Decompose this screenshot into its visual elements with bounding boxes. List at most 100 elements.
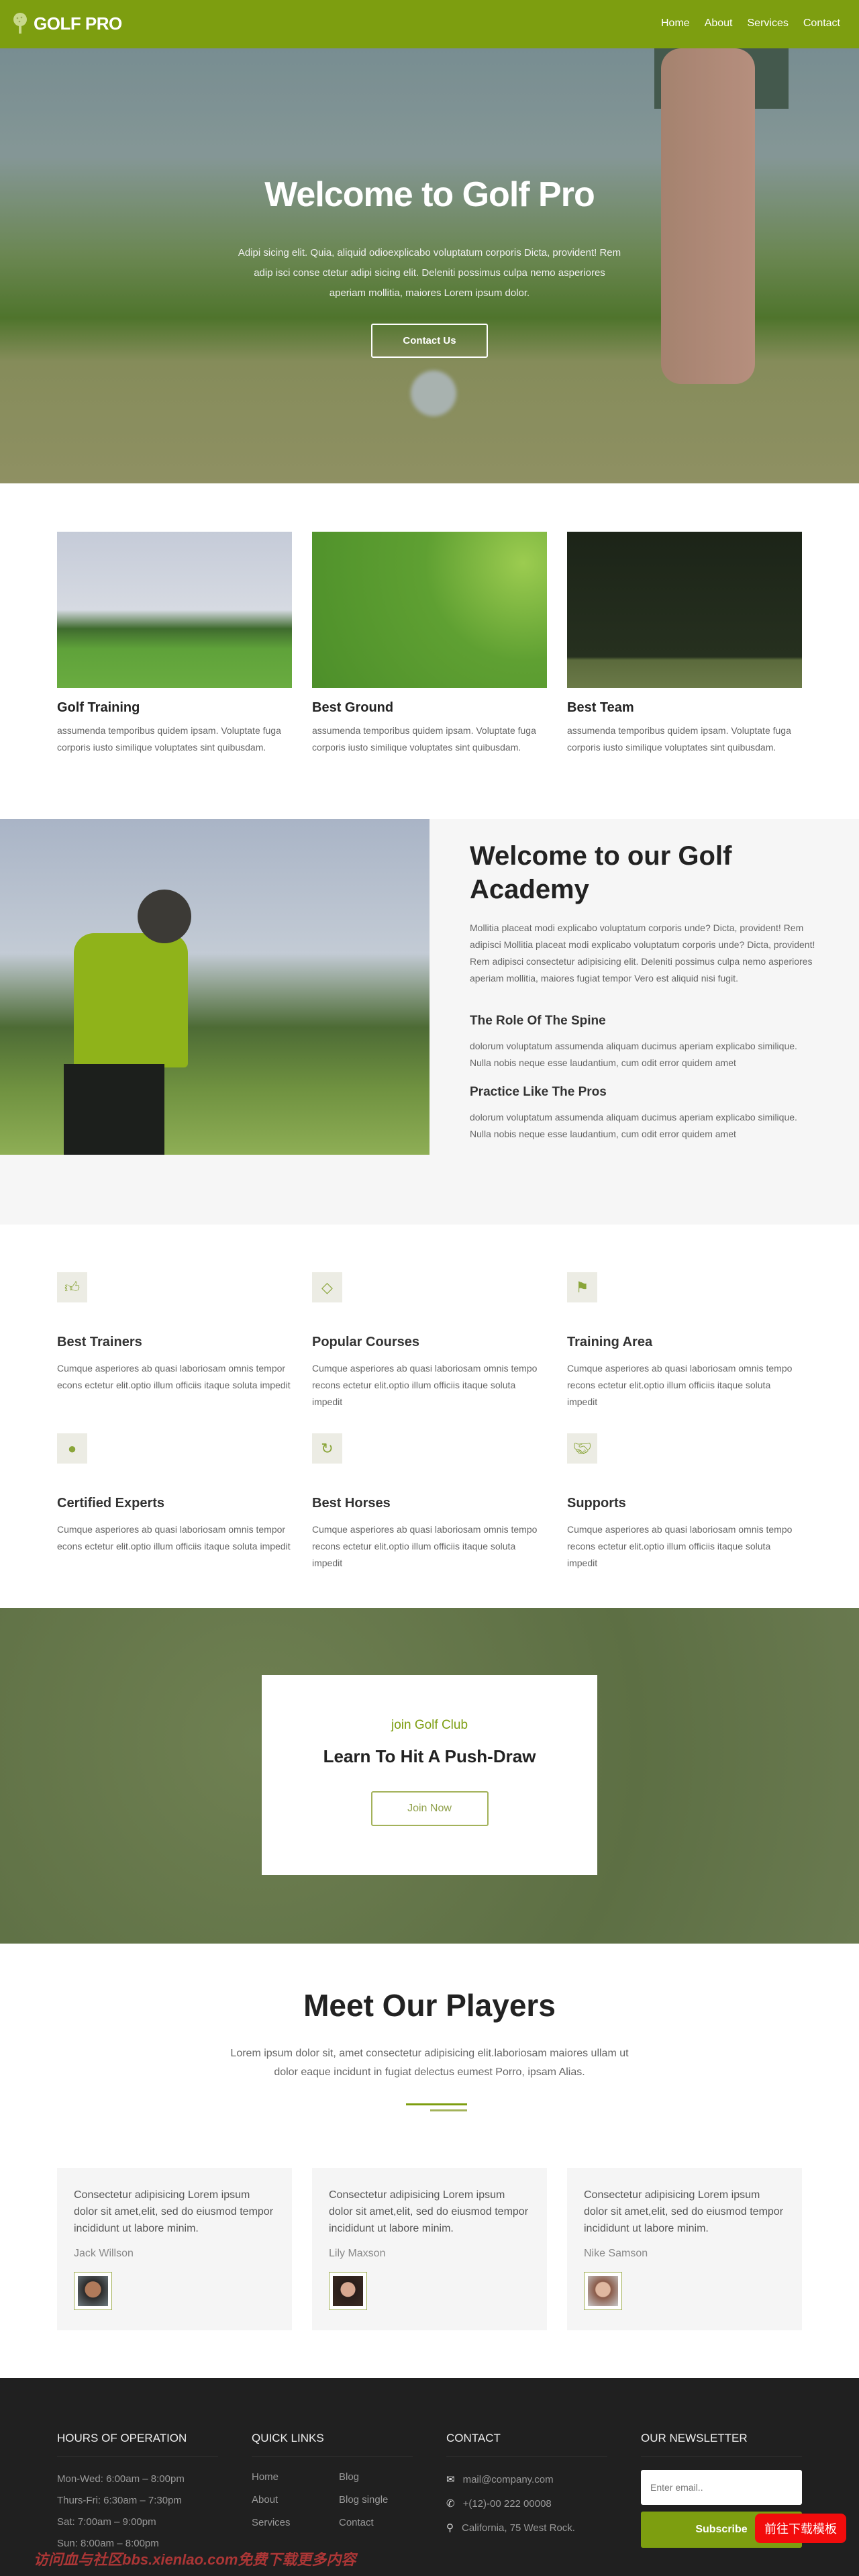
players-description: Lorem ipsum dolor sit, amet consectetur … (230, 2048, 629, 2078)
player-quote: Consectetur adipisicing Lorem ipsum dolo… (329, 2189, 529, 2234)
footer-link-about[interactable]: About (252, 2489, 339, 2512)
watermark: 访问血与社区bbs.xienlao.com免费下载更多内容 (34, 2551, 356, 2568)
player-card: Consectetur adipisicing Lorem ipsum dolo… (567, 2168, 802, 2330)
feature-title: Supports (567, 1496, 626, 1511)
academy-subtitle: The Role Of The Spine (470, 1014, 606, 1028)
feature-training-area: ⚑ Training Area Cumque asperiores ab qua… (567, 1272, 802, 1411)
contact-phone: +(12)-00 222 00008 (462, 2497, 552, 2510)
footer-link-services[interactable]: Services (252, 2512, 339, 2534)
feature-best-trainers: 👍︎ Best Trainers Cumque asperiores ab qu… (57, 1272, 292, 1394)
feature-text: Cumque asperiores ab quasi laboriosam om… (567, 1363, 793, 1407)
card-text: assumenda temporibus quidem ipsam. Volup… (567, 725, 791, 753)
card-text: assumenda temporibus quidem ipsam. Volup… (312, 725, 536, 753)
phone-icon: ✆ (446, 2498, 455, 2510)
card-image (57, 532, 292, 688)
footer-heading: OUR NEWSLETTER (641, 2432, 802, 2456)
envelope-icon: ✉ (446, 2474, 455, 2485)
diamond-icon: ◇ (312, 1272, 342, 1302)
newsletter-email-input[interactable] (641, 2470, 802, 2505)
golf-ball-tee-icon (13, 13, 27, 34)
feature-text: Cumque asperiores ab quasi laboriosam om… (312, 1363, 538, 1407)
academy-subtext: dolorum voluptatum assumenda aliquam duc… (470, 1041, 797, 1068)
footer-link-blog-single[interactable]: Blog single (339, 2489, 413, 2512)
divider (430, 2109, 467, 2111)
card-title: Best Ground (312, 700, 394, 715)
academy-title: Welcome to our Golf Academy (470, 841, 732, 904)
feature-title: Best Trainers (57, 1335, 142, 1349)
user-icon: ● (57, 1433, 87, 1464)
handshake-icon: 🤝︎ (567, 1433, 597, 1464)
card-title: Golf Training (57, 700, 140, 715)
feature-title: Certified Experts (57, 1496, 165, 1511)
avatar (329, 2272, 367, 2310)
card-title: Best Team (567, 700, 634, 715)
academy-subtitle: Practice Like The Pros (470, 1085, 607, 1099)
nav-about[interactable]: About (705, 17, 733, 30)
nav-services[interactable]: Services (748, 17, 789, 30)
hours-item: Sat: 7:00am – 9:00pm (57, 2516, 156, 2528)
hours-item: Mon-Wed: 6:00am – 8:00pm (57, 2473, 185, 2485)
footer-contact: CONTACT ✉ mail@company.com ✆ +(12)-00 222 … (446, 2432, 607, 2540)
player-name: Nike Samson (584, 2248, 648, 2259)
thumbs-up-icon: 👍︎ (57, 1272, 87, 1302)
player-quote: Consectetur adipisicing Lorem ipsum dolo… (584, 2189, 784, 2234)
academy-subtext: dolorum voluptatum assumenda aliquam duc… (470, 1112, 797, 1139)
footer-heading: QUICK LINKS (252, 2432, 413, 2456)
cta-title: Learn To Hit A Push-Draw (323, 1746, 536, 1766)
top-nav: GOLF PRO Home About Services Contact (0, 0, 859, 48)
join-now-button[interactable]: Join Now (370, 1791, 489, 1826)
nav-links: Home About Services Contact (661, 17, 840, 30)
footer-quick-links: QUICK LINKS Home Blog About Blog single … (252, 2432, 413, 2534)
feature-text: Cumque asperiores ab quasi laboriosam om… (567, 1524, 793, 1568)
card-text: assumenda temporibus quidem ipsam. Volup… (57, 725, 281, 753)
hero-section: Welcome to Golf Pro Adipi sicing elit. Q… (0, 48, 859, 483)
hours-item: Thurs-Fri: 6:30am – 7:30pm (57, 2495, 182, 2506)
academy-image (0, 819, 430, 1155)
player-name: Jack Willson (74, 2248, 134, 2259)
cta-box: join Golf Club Learn To Hit A Push-Draw … (262, 1675, 597, 1875)
contact-email[interactable]: mail@company.com (463, 2474, 554, 2485)
download-template-button[interactable]: 前往下载模板 (755, 2514, 846, 2543)
player-name: Lily Maxson (329, 2248, 386, 2259)
feature-text: Cumque asperiores ab quasi laboriosam om… (312, 1524, 538, 1568)
card-best-team: Best Team assumenda temporibus quidem ip… (567, 532, 802, 756)
map-pin-icon: ⚲ (446, 2522, 454, 2534)
feature-best-horses: ↻ Best Horses Cumque asperiores ab quasi… (312, 1433, 547, 1572)
feature-title: Popular Courses (312, 1335, 420, 1349)
contact-address: California, 75 West Rock. (462, 2522, 575, 2534)
feature-certified-experts: ● Certified Experts Cumque asperiores ab… (57, 1433, 292, 1555)
players-title: Meet Our Players (303, 1988, 556, 2023)
feature-text: Cumque asperiores ab quasi laboriosam om… (57, 1524, 291, 1552)
card-image (312, 532, 547, 688)
card-best-ground: Best Ground assumenda temporibus quidem … (312, 532, 547, 756)
footer-link-contact[interactable]: Contact (339, 2512, 413, 2534)
feature-title: Best Horses (312, 1496, 391, 1511)
footer-heading: CONTACT (446, 2432, 607, 2456)
feature-text: Cumque asperiores ab quasi laboriosam om… (57, 1363, 291, 1390)
feature-title: Training Area (567, 1335, 653, 1349)
footer-link-home[interactable]: Home (252, 2466, 339, 2489)
academy-text: Mollitia placeat modi explicabo voluptat… (470, 922, 815, 984)
contact-us-button[interactable]: Contact Us (371, 324, 488, 358)
avatar (74, 2272, 112, 2310)
card-golf-training: Golf Training assumenda temporibus quide… (57, 532, 292, 756)
feature-supports: 🤝︎ Supports Cumque asperiores ab quasi l… (567, 1433, 802, 1572)
feature-popular-courses: ◇ Popular Courses Cumque asperiores ab q… (312, 1272, 547, 1411)
footer-link-blog[interactable]: Blog (339, 2466, 413, 2489)
hero-text: Adipi sicing elit. Quia, aliquid odioexp… (238, 247, 621, 299)
hero-title: Welcome to Golf Pro (264, 175, 595, 214)
player-quote: Consectetur adipisicing Lorem ipsum dolo… (74, 2189, 274, 2234)
refresh-icon: ↻ (312, 1433, 342, 1464)
logo-text: GOLF PRO (34, 13, 122, 34)
player-card: Consectetur adipisicing Lorem ipsum dolo… (57, 2168, 292, 2330)
card-image (567, 532, 802, 688)
logo[interactable]: GOLF PRO (12, 12, 122, 35)
divider (406, 2103, 467, 2105)
footer-hours: HOURS OF OPERATION Mon-Wed: 6:00am – 8:0… (57, 2432, 218, 2555)
player-card: Consectetur adipisicing Lorem ipsum dolo… (312, 2168, 547, 2330)
cta-subtitle: join Golf Club (391, 1718, 468, 1732)
nav-home[interactable]: Home (661, 17, 690, 30)
avatar (584, 2272, 622, 2310)
nav-contact[interactable]: Contact (803, 17, 840, 30)
flag-icon: ⚑ (567, 1272, 597, 1302)
